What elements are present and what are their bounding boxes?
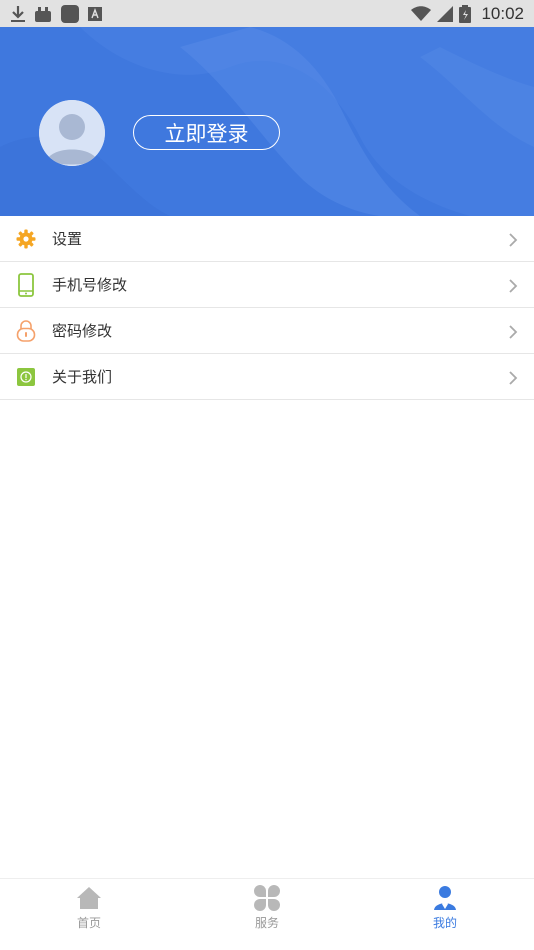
download-icon (10, 5, 26, 23)
tab-label: 我的 (432, 916, 457, 930)
menu-item-phone-change[interactable]: 手机号修改 (0, 262, 534, 308)
menu-item-label: 设置 (52, 230, 83, 248)
tab-label: 服务 (254, 916, 279, 930)
grid-icon (253, 884, 281, 912)
menu-item-label: 手机号修改 (52, 276, 128, 294)
menu-item-label: 关于我们 (52, 368, 113, 386)
status-bar-left (10, 4, 102, 24)
phone-icon (15, 272, 37, 297)
gear-icon (15, 228, 37, 250)
app-square-icon (60, 4, 80, 24)
tab-home[interactable]: 首页 (0, 879, 178, 950)
chevron-right-icon (508, 278, 518, 293)
avatar[interactable] (39, 100, 105, 166)
menu-item-settings[interactable]: 设置 (0, 216, 534, 262)
menu-item-password-change[interactable]: 密码修改 (0, 308, 534, 354)
status-bar: 10:02 (0, 0, 534, 27)
info-icon (15, 366, 37, 388)
login-button[interactable]: 立即登录 (133, 115, 280, 150)
tab-mine[interactable]: 我的 (356, 879, 534, 950)
tab-label: 首页 (76, 916, 101, 930)
lock-icon (15, 319, 37, 342)
tab-services[interactable]: 服务 (178, 879, 356, 950)
app-icon (34, 5, 52, 23)
user-icon (431, 884, 459, 912)
status-time: 10:02 (481, 3, 524, 23)
chevron-right-icon (508, 232, 518, 247)
home-icon (75, 884, 103, 912)
settings-menu: 设置 手机号修改 密码修改 关于我们 (0, 216, 534, 400)
profile-header: 立即登录 (0, 27, 534, 216)
chevron-right-icon (508, 324, 518, 339)
battery-icon (459, 4, 472, 23)
wifi-icon (411, 5, 432, 22)
menu-item-about-us[interactable]: 关于我们 (0, 354, 534, 400)
signal-icon (437, 5, 454, 22)
menu-item-label: 密码修改 (52, 322, 113, 340)
default-user-icon (39, 100, 105, 166)
font-a-icon (88, 6, 102, 21)
status-bar-right: 10:02 (411, 4, 524, 24)
bottom-navigation: 首页 服务 我的 (0, 878, 534, 950)
chevron-right-icon (508, 370, 518, 385)
